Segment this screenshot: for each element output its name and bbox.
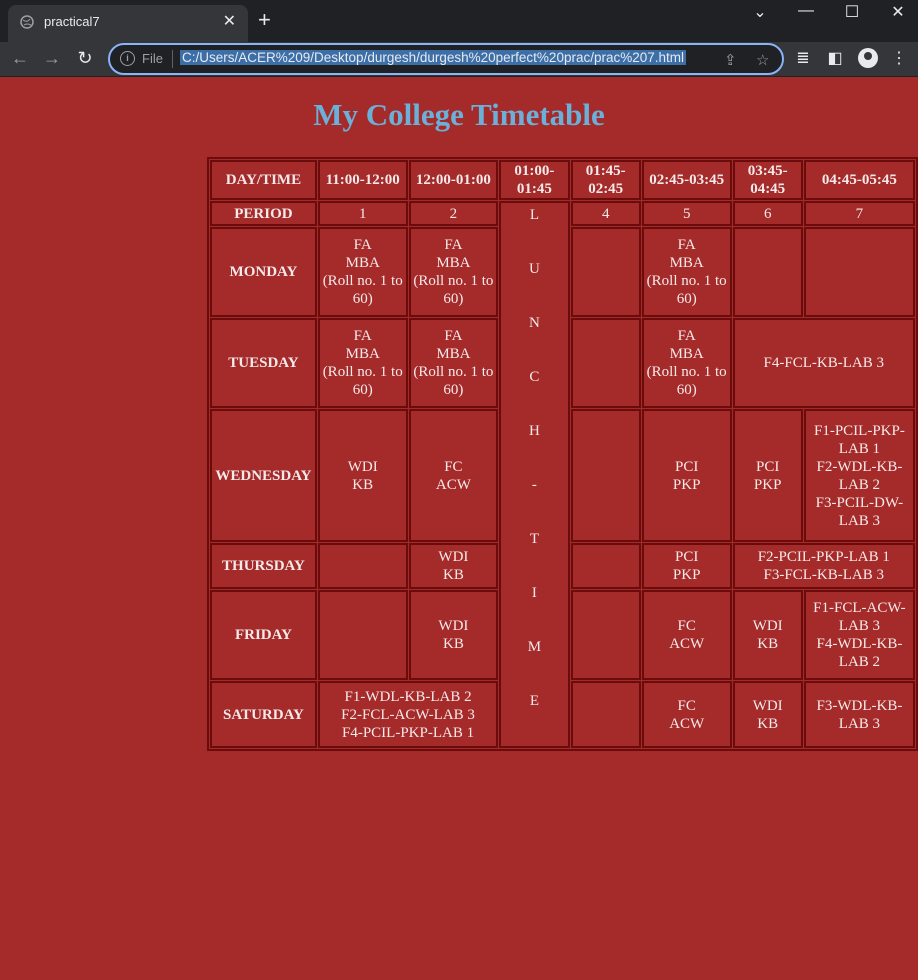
header-cell: 01:45-02:45 [570,160,641,200]
forward-button[interactable]: → [40,48,64,69]
lunch-letter: H [528,423,540,439]
day-header: SATURDAY [210,681,317,748]
header-cell: DAY/TIME [210,160,317,200]
close-window-button[interactable]: ✕ [878,2,918,22]
lunch-time-cell: L U N C H - T I M E [499,201,570,748]
class-cell [570,543,641,590]
class-cell: WDI KB [408,590,499,681]
lunch-letter: - [531,477,537,493]
class-cell: FA MBA (Roll no. 1 to 60) [317,317,408,408]
period-cell: 5 [641,201,732,227]
class-cell: FC ACW [641,590,732,681]
globe-icon [20,15,34,29]
day-header: WEDNESDAY [210,408,317,543]
lunch-letter: T [529,531,539,547]
url-text[interactable]: C:/Users/ACER%209/Desktop/durgesh/durges… [180,50,687,65]
menu-icon[interactable]: ⋮ [888,48,910,68]
class-cell: F2-PCIL-PKP-LAB 1 F3-FCL-KB-LAB 3 [732,543,915,590]
class-cell: FC ACW [641,681,732,748]
class-cell [570,681,641,748]
class-cell: WDI KB [408,543,499,590]
lunch-letter: E [529,693,539,709]
class-cell: F3-WDL-KB-LAB 3 [803,681,915,748]
tab-title: practical7 [44,14,100,29]
day-header: TUESDAY [210,317,317,408]
class-cell: PCI PKP [641,543,732,590]
profile-avatar[interactable] [858,48,878,68]
page-title: My College Timetable [313,97,605,132]
class-cell: F4-FCL-KB-LAB 3 [732,317,915,408]
side-panel-icon[interactable]: ◧ [824,48,846,68]
maximize-button[interactable]: ☐ [832,2,872,22]
info-icon[interactable]: i [120,51,135,66]
class-cell [317,543,408,590]
tab-search-icon[interactable]: ⌄ [740,2,780,22]
header-cell: 01:00-01:45 [499,160,570,200]
day-header: FRIDAY [210,590,317,681]
class-cell: F1-FCL-ACW-LAB 3 F4-WDL-KB-LAB 2 [803,590,915,681]
period-cell: 4 [570,201,641,227]
reload-button[interactable]: ↻ [73,48,97,69]
table-row: DAY/TIME 11:00-12:00 12:00-01:00 01:00-0… [210,160,915,200]
class-cell: FA MBA (Roll no. 1 to 60) [408,227,499,317]
class-cell: FC ACW [408,408,499,543]
class-cell: FA MBA (Roll no. 1 to 60) [641,317,732,408]
class-cell: WDI KB [732,590,803,681]
class-cell [732,227,803,317]
class-cell [317,590,408,681]
divider [172,50,173,68]
class-cell: WDI KB [732,681,803,748]
lunch-letter: M [527,639,542,655]
header-cell: 02:45-03:45 [641,160,732,200]
class-cell [570,227,641,317]
share-icon[interactable]: ⇪ [724,51,737,69]
period-cell: 1 [317,201,408,227]
header-cell: 11:00-12:00 [317,160,408,200]
header-cell: 12:00-01:00 [408,160,499,200]
class-cell [570,590,641,681]
header-cell: 04:45-05:45 [803,160,915,200]
new-tab-button[interactable]: + [258,9,271,31]
header-cell: 03:45-04:45 [732,160,803,200]
class-cell: FA MBA (Roll no. 1 to 60) [641,227,732,317]
table-row: PERIOD 1 2 L U N C H - T I M E 4 5 6 7 [210,201,915,748]
row-header: PERIOD [210,201,317,227]
class-cell: FA MBA (Roll no. 1 to 60) [317,227,408,317]
minimize-button[interactable]: — [786,2,826,20]
class-cell: PCI PKP [732,408,803,543]
class-cell: FA MBA (Roll no. 1 to 60) [408,317,499,408]
back-button[interactable]: ← [8,48,32,69]
lunch-letter: L [529,207,539,223]
lunch-letter: N [528,315,540,331]
browser-tab[interactable]: practical7 ✕ [8,5,248,42]
class-cell: WDI KB [317,408,408,543]
class-cell [570,408,641,543]
class-cell: PCI PKP [641,408,732,543]
bookmark-star-icon[interactable]: ☆ [756,51,769,69]
class-cell [570,317,641,408]
class-cell: F1-WDL-KB-LAB 2 F2-FCL-ACW-LAB 3 F4-PCIL-P… [317,681,499,748]
lunch-letter: C [529,369,540,385]
close-tab-icon[interactable]: ✕ [223,11,236,31]
lunch-letter: I [531,585,537,601]
reading-list-icon[interactable]: ≣ [792,48,814,68]
class-cell [803,227,915,317]
scheme-label: File [142,51,163,66]
lunch-letter: U [528,261,540,277]
tab-strip: practical7 ✕ + ⌄ — ☐ ✕ [0,0,918,42]
browser-toolbar: ← → ↻ i File C:/Users/ACER%209/Desktop/d… [0,42,918,77]
day-header: MONDAY [210,227,317,317]
address-bar[interactable]: i File C:/Users/ACER%209/Desktop/durgesh… [108,43,784,75]
period-cell: 6 [732,201,803,227]
class-cell: F1-PCIL-PKP-LAB 1 F2-WDL-KB-LAB 2 F3-PCIL-… [803,408,915,543]
timetable: DAY/TIME 11:00-12:00 12:00-01:00 01:00-0… [207,157,918,751]
period-cell: 2 [408,201,499,227]
day-header: THURSDAY [210,543,317,590]
period-cell: 7 [803,201,915,227]
